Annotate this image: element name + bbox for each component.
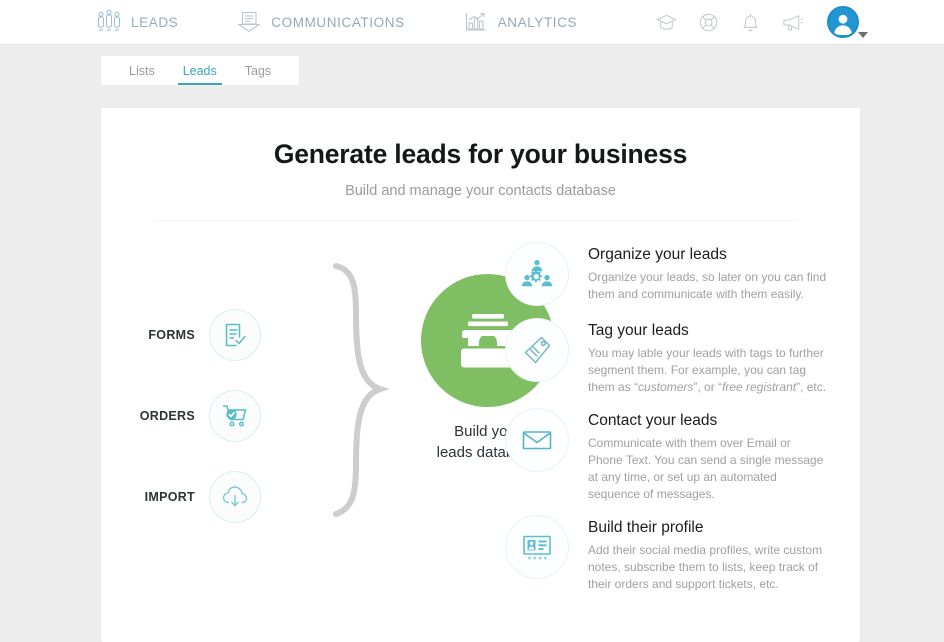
feature-description: Add their social media profiles, write c… <box>588 543 823 592</box>
page-subtitle: Build and manage your contacts database <box>345 183 616 199</box>
header-utility-icons <box>655 0 868 44</box>
id-card-profile-icon <box>505 515 569 580</box>
organize-people-gear-icon <box>505 242 569 306</box>
feature-text: Organize your leads Organize your leads,… <box>588 242 828 303</box>
bell-notification-icon[interactable] <box>739 11 762 34</box>
nav-item-label: LEADS <box>131 14 179 30</box>
primary-nav: LEADS COMMUNICATIONS ANALYTICS <box>96 0 635 44</box>
chevron-down-icon[interactable] <box>858 32 868 38</box>
desc-part: ”, etc. <box>796 380 827 395</box>
lead-source-label: ORDERS <box>139 409 195 423</box>
tag-label-icon <box>505 318 569 382</box>
nav-item-leads[interactable]: LEADS <box>96 9 178 35</box>
lead-sources-diagram: FORMS ORDERS IMPORT Build your leads dat… <box>101 254 554 634</box>
desc-part: ”, or “ <box>693 380 723 395</box>
feature-tag-your-leads: Tag your leads You may lable your leads … <box>505 318 845 396</box>
avatar[interactable] <box>827 6 868 38</box>
people-group-icon <box>96 9 122 35</box>
nav-item-label: COMMUNICATIONS <box>271 14 405 30</box>
curly-brace-connector <box>328 256 408 526</box>
lead-source-label: FORMS <box>148 328 195 342</box>
tab-tags[interactable]: Tags <box>231 56 285 85</box>
feature-contact-your-leads: Contact your leads Communicate with them… <box>505 408 845 503</box>
lifesaver-support-icon[interactable] <box>697 11 720 34</box>
desc-emphasis: customers <box>638 380 694 395</box>
nav-item-communications[interactable]: COMMUNICATIONS <box>236 9 404 35</box>
feature-list: Organize your leads Organize your leads,… <box>505 242 845 605</box>
feature-description: Organize your leads, so later on you can… <box>588 270 827 302</box>
lead-source-orders[interactable]: ORDERS <box>126 390 261 442</box>
feature-organize-your-leads: Organize your leads Organize your leads,… <box>505 242 845 306</box>
feature-description: Communicate with them over Email or Phon… <box>588 436 824 502</box>
feature-description: You may lable your leads with tags to fu… <box>588 345 828 396</box>
lead-source-forms[interactable]: FORMS <box>126 309 261 361</box>
feature-title: Build their profile <box>588 519 704 537</box>
feature-text: Build their profile Add their social med… <box>588 515 828 593</box>
feature-text: Tag your leads You may lable your leads … <box>588 318 828 396</box>
user-avatar-circle <box>827 6 859 38</box>
feature-title: Contact your leads <box>588 412 718 430</box>
envelope-letter-icon <box>236 9 262 35</box>
feature-title: Tag your leads <box>588 322 689 339</box>
bar-chart-icon <box>463 9 489 35</box>
lead-source-import[interactable]: IMPORT <box>126 471 261 523</box>
tab-label: Tags <box>244 63 272 78</box>
nav-item-analytics[interactable]: ANALYTICS <box>463 9 577 35</box>
feature-text: Contact your leads Communicate with them… <box>588 408 828 503</box>
tab-label: Leads <box>182 63 217 78</box>
form-document-check-icon <box>209 309 261 361</box>
feature-title: Organize your leads <box>588 246 727 263</box>
megaphone-announcement-icon[interactable] <box>781 11 804 34</box>
graduation-cap-icon[interactable] <box>655 11 678 34</box>
page-title: Generate leads for your business <box>273 139 688 169</box>
sub-tab-bar: Lists Leads Tags <box>101 56 300 85</box>
feature-build-their-profile: Build their profile Add their social med… <box>505 515 845 593</box>
envelope-mail-icon <box>505 408 569 473</box>
lead-source-label: IMPORT <box>144 490 195 504</box>
nav-item-label: ANALYTICS <box>497 14 578 30</box>
divider <box>153 220 798 221</box>
top-navigation-bar: LEADS COMMUNICATIONS ANALYTICS <box>0 0 944 45</box>
tab-leads[interactable]: Leads <box>169 56 231 85</box>
cloud-download-icon <box>209 471 261 523</box>
main-content-card: Generate leads for your business Build a… <box>101 108 860 642</box>
shopping-cart-check-icon <box>209 390 261 442</box>
tab-lists[interactable]: Lists <box>115 56 169 85</box>
tab-label: Lists <box>129 63 155 78</box>
desc-emphasis: free registrant <box>722 380 797 395</box>
